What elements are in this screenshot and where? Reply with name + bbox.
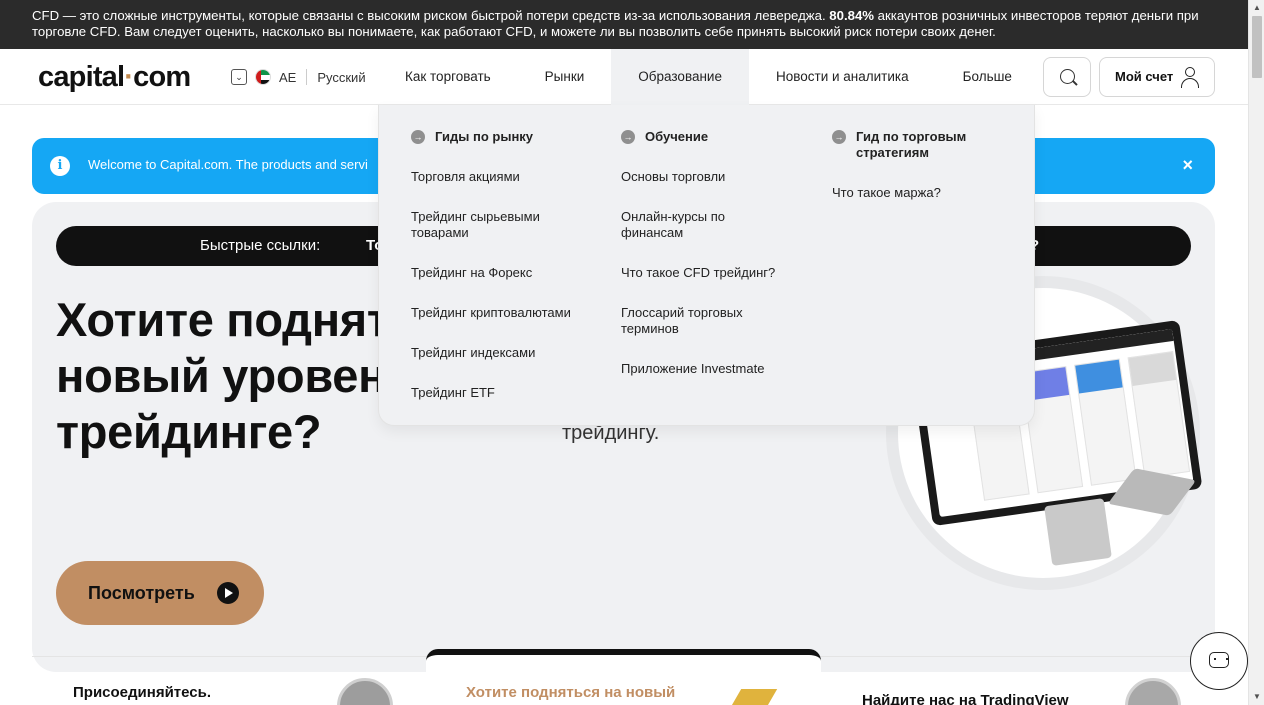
language-label[interactable]: Русский [317, 70, 365, 85]
scroll-thumb[interactable] [1252, 16, 1262, 78]
logo[interactable]: capital·com [38, 61, 191, 94]
user-icon [1180, 67, 1200, 88]
logo-main: capital [38, 61, 125, 93]
play-icon [217, 582, 239, 604]
search-icon [1060, 69, 1075, 84]
info-icon: i [50, 156, 70, 176]
info-banner-text: Welcome to Capital.com. The products and… [88, 157, 368, 172]
region-code: AE [279, 69, 297, 85]
chat-icon [1209, 652, 1229, 668]
logo-tld: com [133, 61, 191, 93]
badge-icon [337, 678, 393, 705]
promo-text: Хотите подняться на новый [466, 684, 676, 701]
menu-item[interactable]: Что такое маржа? [832, 185, 941, 201]
menu-column-strategies: → Гид по торговым стратегиям Что такое м… [832, 129, 1012, 200]
chat-button[interactable] [1190, 632, 1248, 690]
menu-column-learning: → Обучение Основы торговли Онлайн-курсы … [621, 129, 801, 376]
graduation-cap-icon [730, 689, 778, 705]
menu-column-market-guides: → Гиды по рынку Торговля акциями Трейдин… [411, 129, 591, 400]
menu-item[interactable]: Трейдинг ETF [411, 385, 495, 401]
menu-item[interactable]: Трейдинг криптовалютами [411, 305, 601, 321]
scroll-up-icon[interactable]: ▲ [1249, 0, 1264, 16]
watch-button-label: Посмотреть [88, 583, 195, 603]
menu-heading-label: Гид по торговым стратегиям [856, 129, 967, 160]
risk-warning-banner: CFD — это сложные инструменты, которые с… [0, 0, 1248, 49]
arrow-right-icon: → [832, 130, 846, 144]
chevron-down-icon[interactable]: ⌄ [231, 69, 247, 85]
menu-heading[interactable]: → Обучение [621, 129, 801, 145]
logo-dot: · [124, 61, 134, 93]
quick-links-label: Быстрые ссылки: [200, 237, 321, 254]
menu-heading[interactable]: → Гиды по рынку [411, 129, 591, 145]
menu-item[interactable]: Приложение Investmate [621, 361, 801, 377]
hero-title-line: новый уровен [56, 349, 387, 402]
scrollbar[interactable]: ▲ ▼ [1248, 0, 1264, 705]
menu-item[interactable]: Трейдинг сырьевыми товарами [411, 209, 591, 241]
monitor-stand [1044, 498, 1112, 566]
hero-title-line: Хотите поднят [56, 293, 390, 346]
menu-item[interactable]: Что такое CFD трейдинг? [621, 265, 801, 281]
hero-title-line: трейдинге? [56, 405, 322, 458]
my-account-label: Мой счет [1115, 69, 1174, 84]
menu-item[interactable]: Трейдинг индексами [411, 345, 535, 361]
risk-percent: 80.84% [829, 8, 875, 23]
close-icon[interactable]: × [1182, 155, 1193, 176]
promo-card[interactable]: Хотите подняться на новый [426, 649, 821, 705]
nav-more[interactable]: Больше [936, 49, 1039, 105]
hero-title: Хотите поднят новый уровен трейдинге? [56, 292, 390, 460]
divider [306, 69, 308, 85]
scroll-down-icon[interactable]: ▼ [1249, 689, 1264, 705]
arrow-right-icon: → [621, 130, 635, 144]
nav-education[interactable]: Образование [611, 49, 749, 105]
menu-item[interactable]: Трейдинг на Форекс [411, 265, 532, 281]
menu-item[interactable]: Основы торговли [621, 169, 725, 185]
menu-item[interactable]: Глоссарий торговых терминов [621, 305, 761, 337]
main-nav: Как торговать Рынки Образование Новости … [378, 49, 1039, 105]
nav-markets[interactable]: Рынки [518, 49, 612, 105]
tradingview-text: Найдите нас на TradingView [862, 692, 1069, 705]
arrow-right-icon: → [411, 130, 425, 144]
site-header: capital·com ⌄ AE Русский Как торговать Р… [0, 49, 1248, 105]
nav-how-to-trade[interactable]: Как торговать [378, 49, 518, 105]
nav-news-analytics[interactable]: Новости и аналитика [749, 49, 936, 105]
page: CFD — это сложные инструменты, которые с… [0, 0, 1264, 705]
search-button[interactable] [1043, 57, 1091, 97]
uae-flag-icon [255, 69, 271, 85]
tradingview-badge-icon [1125, 678, 1181, 705]
risk-text-before: CFD — это сложные инструменты, которые с… [32, 8, 830, 23]
education-dropdown-menu: → Гиды по рынку Торговля акциями Трейдин… [378, 105, 1035, 426]
watch-button[interactable]: Посмотреть [56, 561, 264, 625]
region-selector[interactable]: ⌄ AE Русский [231, 68, 366, 86]
join-text: Присоединяйтесь. [73, 684, 212, 701]
my-account-button[interactable]: Мой счет [1099, 57, 1215, 97]
menu-item[interactable]: Онлайн-курсы по финансам [621, 209, 761, 241]
menu-item[interactable]: Торговля акциями [411, 169, 520, 185]
menu-heading-label: Обучение [645, 129, 709, 144]
menu-heading-label: Гиды по рынку [435, 129, 534, 144]
menu-heading[interactable]: → Гид по торговым стратегиям [832, 129, 982, 161]
